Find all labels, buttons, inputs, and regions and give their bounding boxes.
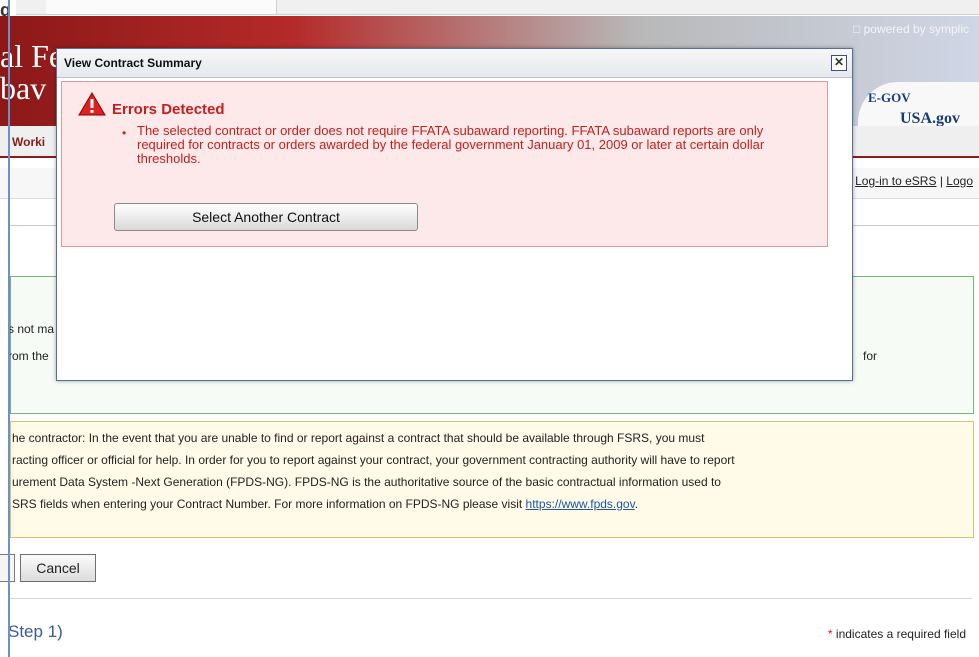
egov-logo-text: E-GOV (868, 90, 911, 105)
powered-by-text: □ powered by symplic (853, 22, 969, 36)
error-message: The selected contract or order does not … (137, 123, 765, 166)
modal-title-bar[interactable]: View Contract Summary ✕ (57, 49, 852, 78)
site-title-line2: bav (0, 70, 47, 106)
page-left-border (8, 0, 10, 657)
info-text-tail: for (863, 349, 878, 363)
required-field-note: * indicates a required field (828, 627, 966, 641)
warning-icon (78, 92, 106, 116)
contract-summary-modal: View Contract Summary ✕ Errors Detected … (56, 48, 853, 381)
error-heading: Errors Detected (112, 101, 225, 118)
close-icon[interactable]: ✕ (831, 55, 847, 71)
bullet-icon: • (122, 126, 127, 140)
divider (10, 598, 972, 599)
fpds-link[interactable]: https://www.fpds.gov (526, 497, 635, 511)
required-text: indicates a required field (832, 627, 966, 641)
login-links: Log-in to eSRS | Logo (855, 174, 973, 188)
logout-link[interactable]: Logo (946, 174, 973, 188)
notice-line-4-text: SRS fields when entering your Contract N… (12, 497, 526, 511)
step-label: Step 1) (8, 622, 63, 641)
notice-line-3: urement Data System -Next Generation (FP… (12, 475, 721, 489)
login-esrs-link[interactable]: Log-in to eSRS (855, 174, 936, 188)
notice-line-2: racting officer or official for help. In… (12, 453, 735, 467)
nav-item-working[interactable]: Worki (12, 135, 45, 149)
notice-line-4-tail: . (634, 497, 639, 511)
error-panel: Errors Detected • The selected contract … (61, 81, 828, 247)
browser-toolbar (16, 0, 979, 15)
select-another-contract-button[interactable]: Select Another Contract (114, 203, 418, 231)
browser-tab[interactable] (46, 0, 277, 14)
login-separator: | (939, 174, 943, 188)
notice-line-4: SRS fields when entering your Contract N… (12, 497, 638, 511)
modal-title: View Contract Summary (64, 56, 202, 70)
notice-line-1: he contractor: In the event that you are… (12, 431, 705, 445)
info-text-line2: rom the (8, 349, 49, 363)
info-text-line1: s not ma (8, 322, 55, 336)
cancel-button[interactable]: Cancel (20, 554, 96, 582)
